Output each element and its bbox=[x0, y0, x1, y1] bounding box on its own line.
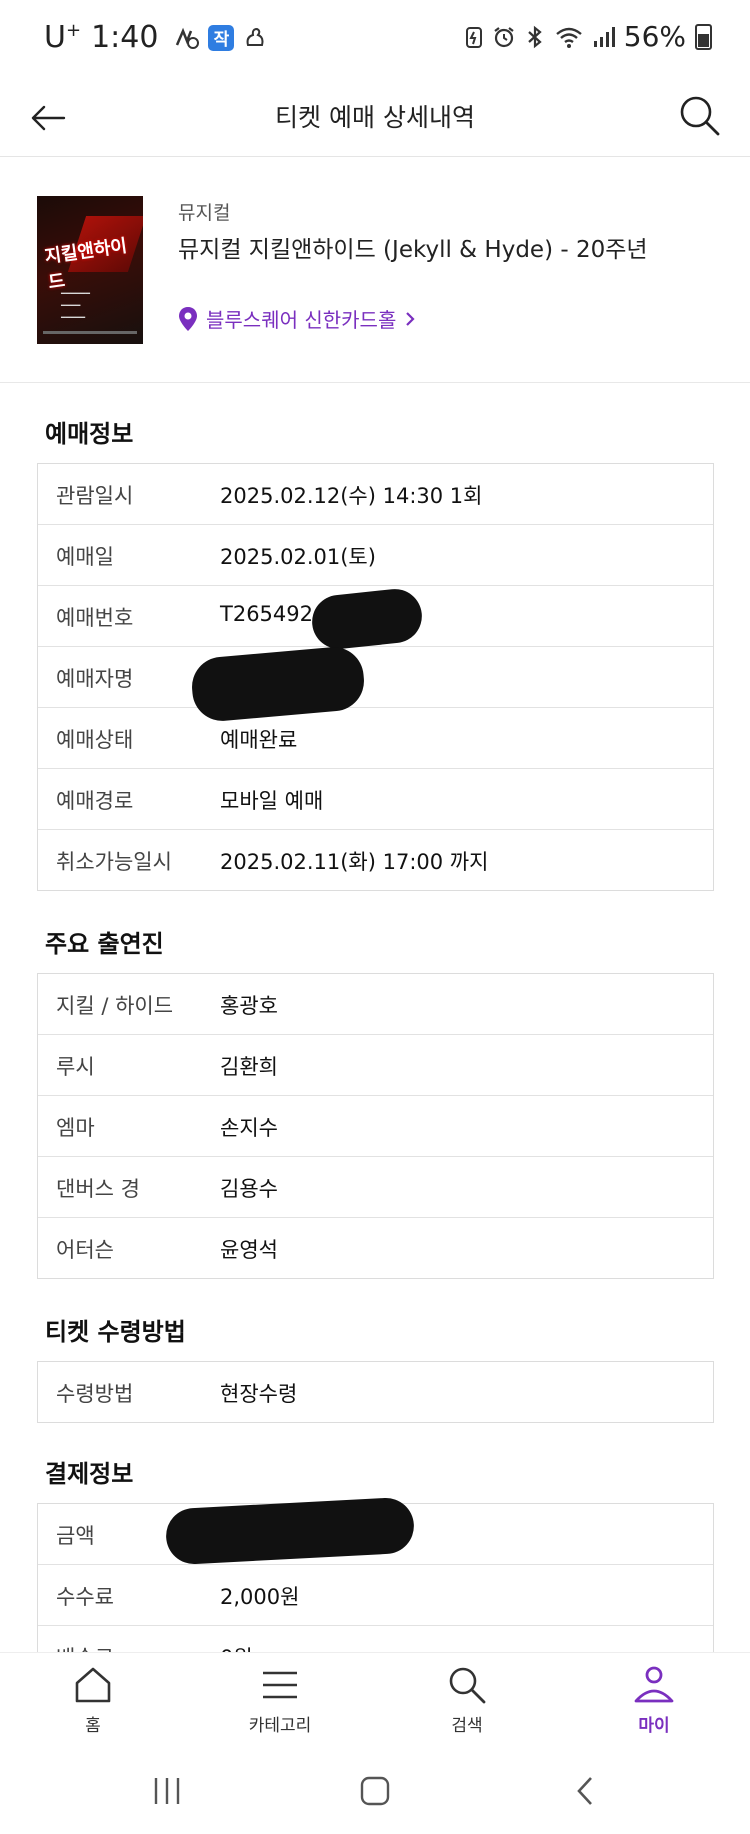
row-label: 루시 bbox=[56, 1055, 95, 1079]
bottom-navigation: 홈 카테고리 검색 마이 bbox=[0, 1652, 750, 1761]
nav-label: 홈 bbox=[85, 1716, 101, 1736]
search-icon bbox=[449, 1667, 486, 1704]
user-icon bbox=[634, 1666, 674, 1703]
row-label: 예매번호 bbox=[56, 606, 134, 630]
row-value: 홍광호 bbox=[220, 994, 278, 1018]
table-row: 지킬 / 하이드 홍광호 bbox=[38, 974, 713, 1035]
row-value: 김용수 bbox=[220, 1177, 278, 1201]
row-value: 2,000원 bbox=[220, 1585, 300, 1609]
nav-label: 검색 bbox=[451, 1716, 483, 1736]
table-row: 예매일 2025.02.01(토) bbox=[38, 525, 713, 586]
row-label: 관람일시 bbox=[56, 484, 134, 508]
row-label: 예매자명 bbox=[56, 667, 134, 691]
show-poster[interactable]: 지킬앤하이드 ━━━━━━ ━━━━ ━━━━━ bbox=[37, 196, 143, 344]
row-label: 지킬 / 하이드 bbox=[56, 994, 174, 1018]
ticket-receipt-title: 티켓 수령방법 bbox=[45, 1318, 186, 1346]
table-row: 배송료0원 bbox=[38, 1626, 713, 1653]
row-label: 엠마 bbox=[56, 1116, 95, 1140]
data-saver-icon bbox=[176, 27, 200, 49]
back-nav-icon[interactable] bbox=[572, 1774, 598, 1808]
nav-my[interactable]: 마이 bbox=[594, 1663, 714, 1736]
signal-icon bbox=[593, 26, 615, 47]
row-value: 윤영석 bbox=[220, 1238, 278, 1262]
chevron-right-icon bbox=[406, 311, 415, 326]
row-label: 예매경로 bbox=[56, 789, 134, 813]
status-bar: U+ 1:40 작 56% bbox=[0, 0, 750, 80]
row-value: 2025.02.01(토) bbox=[220, 545, 376, 569]
home-icon bbox=[75, 1667, 111, 1703]
table-row: 관람일시 2025.02.12(수) 14:30 1회 bbox=[38, 464, 713, 525]
nav-search[interactable]: 검색 bbox=[407, 1663, 527, 1736]
alarm-icon bbox=[494, 26, 514, 47]
home-button-icon[interactable] bbox=[358, 1774, 392, 1808]
table-row: 루시 김환희 bbox=[38, 1035, 713, 1096]
search-icon[interactable] bbox=[676, 92, 724, 140]
row-label: 댄버스 경 bbox=[56, 1177, 140, 1201]
nav-label: 마이 bbox=[638, 1716, 670, 1736]
nav-category[interactable]: 카테고리 bbox=[220, 1663, 340, 1736]
row-label: 수령방법 bbox=[56, 1382, 134, 1406]
booking-info-title: 예매정보 bbox=[45, 420, 134, 448]
table-row: 예매경로 모바일 예매 bbox=[38, 769, 713, 830]
status-right: 56% bbox=[465, 20, 712, 53]
payment-title: 결제정보 bbox=[45, 1460, 134, 1488]
page-title: 티켓 예매 상세내역 bbox=[275, 103, 475, 132]
show-title: 뮤지컬 지킬앤하이드 (Jekyll & Hyde) - 20주년 bbox=[178, 237, 648, 263]
row-label: 수수료 bbox=[56, 1585, 114, 1609]
poster-caption: ━━━━━━ ━━━━ ━━━━━ bbox=[61, 289, 90, 322]
venue-link[interactable]: 블루스퀘어 신한카드홀 bbox=[178, 304, 416, 333]
row-value: 모바일 예매 bbox=[220, 789, 324, 813]
carrier-label: U+ bbox=[44, 20, 82, 55]
poster-title: 지킬앤하이드 bbox=[43, 235, 129, 294]
row-value: 2025.02.12(수) 14:30 1회 bbox=[220, 484, 483, 508]
status-left: U+ 1:40 작 bbox=[44, 20, 268, 55]
row-value: 김환희 bbox=[220, 1055, 278, 1079]
show-summary: 지킬앤하이드 ━━━━━━ ━━━━ ━━━━━ 뮤지컬 뮤지컬 지킬앤하이드 (J… bbox=[0, 156, 750, 383]
notification-app-icon bbox=[247, 27, 264, 46]
system-navigation-bar bbox=[0, 1760, 750, 1834]
nav-label: 카테고리 bbox=[248, 1716, 312, 1736]
table-row: 예매상태 예매완료 bbox=[38, 708, 713, 769]
wifi-icon bbox=[555, 27, 582, 48]
bluetooth-icon bbox=[528, 25, 542, 48]
table-row: 엠마 손지수 bbox=[38, 1096, 713, 1157]
venue-name: 블루스퀘어 신한카드홀 bbox=[206, 308, 397, 332]
battery-percent: 56% bbox=[623, 20, 686, 53]
row-label: 예매일 bbox=[56, 545, 114, 569]
battery-saver-icon bbox=[465, 26, 482, 48]
location-pin-icon bbox=[179, 306, 197, 331]
row-label: 취소가능일시 bbox=[56, 850, 172, 874]
table-row: 수령방법 현장수령 bbox=[38, 1362, 713, 1422]
row-value: 2025.02.11(화) 17:00 까지 bbox=[220, 850, 489, 874]
row-label: 예매상태 bbox=[56, 728, 134, 752]
app-badge-icon: 작 bbox=[208, 24, 235, 51]
booking-info-table: 관람일시 2025.02.12(수) 14:30 1회 예매일 2025.02.01… bbox=[37, 463, 714, 891]
cast-table: 지킬 / 하이드 홍광호 루시 김환희 엠마 손지수 댄버스 경 김용수 어터슨 윤영석 bbox=[37, 973, 714, 1279]
cast-title: 주요 출연진 bbox=[45, 930, 164, 958]
show-genre: 뮤지컬 bbox=[178, 202, 231, 224]
ticket-receipt-table: 수령방법 현장수령 bbox=[37, 1361, 714, 1423]
menu-icon bbox=[263, 1671, 297, 1699]
table-row: 댄버스 경 김용수 bbox=[38, 1157, 713, 1218]
app-header: 티켓 예매 상세내역 bbox=[0, 80, 750, 157]
row-value: 현장수령 bbox=[220, 1382, 298, 1406]
row-label: 어터슨 bbox=[56, 1238, 114, 1262]
table-row: 수수료 2,000원 bbox=[38, 1565, 713, 1626]
poster-footer bbox=[43, 331, 137, 334]
row-label: 금액 bbox=[56, 1524, 95, 1548]
table-row: 예매자명 bbox=[38, 647, 713, 708]
table-row: 어터슨 윤영석 bbox=[38, 1218, 713, 1278]
battery-icon bbox=[695, 23, 712, 50]
table-row: 취소가능일시 2025.02.11(화) 17:00 까지 bbox=[38, 830, 713, 890]
row-value: 예매완료 bbox=[220, 728, 298, 752]
row-value: 손지수 bbox=[220, 1116, 278, 1140]
nav-home[interactable]: 홈 bbox=[33, 1663, 153, 1736]
recent-apps-icon[interactable] bbox=[152, 1774, 182, 1808]
clock: 1:40 bbox=[91, 20, 159, 55]
row-value: T265492 bbox=[220, 602, 313, 626]
